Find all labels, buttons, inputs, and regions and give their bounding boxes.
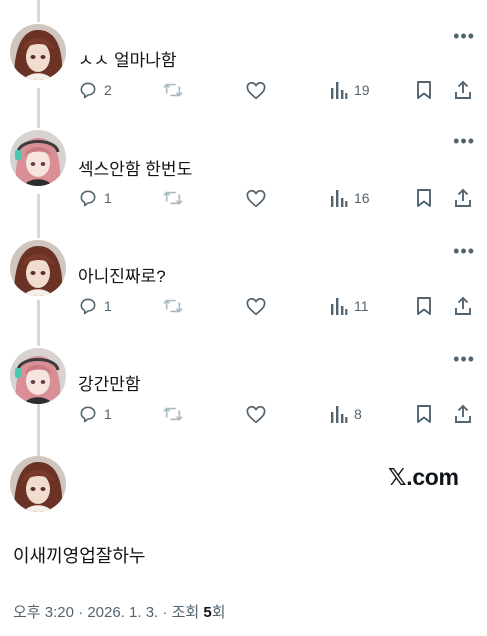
views-icon	[331, 298, 348, 315]
reply-tweet[interactable]: ••• ㅅㅅ 얼마나함 2 19	[0, 0, 487, 120]
views-button[interactable]: 16	[330, 188, 370, 208]
reply-tweet[interactable]: ••• 강간만함 1 8	[0, 340, 487, 450]
views-count: 16	[354, 190, 370, 206]
like-button[interactable]	[245, 80, 267, 100]
reply-button[interactable]: 1	[78, 296, 112, 316]
avatar-brown-hair-image	[10, 456, 66, 512]
reply-text: 강간만함	[78, 375, 141, 394]
reply-count: 1	[104, 190, 112, 206]
views-icon	[331, 190, 348, 207]
reply-icon	[80, 82, 96, 99]
tweet-date[interactable]: 2026. 1. 3.	[87, 604, 158, 621]
bookmark-icon	[417, 405, 431, 423]
retweet-icon	[163, 299, 183, 313]
share-icon	[455, 404, 471, 423]
bookmark-button[interactable]	[415, 404, 433, 424]
avatar-brown-hair-image	[10, 24, 66, 80]
reply-button[interactable]: 2	[78, 80, 112, 100]
main-tweet-avatar[interactable]	[10, 456, 66, 512]
views-count: 8	[354, 406, 362, 422]
reply-text: 아니진짜로?	[78, 267, 166, 286]
reply-text: ㅅㅅ 얼마나함	[78, 51, 177, 70]
views-button[interactable]: 8	[330, 404, 362, 424]
like-button[interactable]	[245, 404, 267, 424]
avatar[interactable]	[10, 24, 66, 80]
meta-separator: ·	[158, 604, 172, 621]
views-count: 11	[354, 298, 369, 314]
like-icon	[246, 189, 266, 208]
bookmark-button[interactable]	[415, 296, 433, 316]
avatar-pink-hair-image	[10, 348, 66, 404]
like-icon	[246, 297, 266, 316]
reply-tweet[interactable]: ••• 아니진짜로? 1 11	[0, 230, 487, 340]
like-icon	[246, 405, 266, 424]
views-suffix: 회	[211, 604, 226, 621]
share-icon	[455, 296, 471, 315]
like-button[interactable]	[245, 188, 267, 208]
views-icon	[331, 82, 348, 99]
x-com-watermark: 𝕏.com	[388, 464, 459, 490]
reply-icon	[80, 298, 96, 315]
more-options-icon[interactable]: •••	[453, 350, 475, 368]
bookmark-icon	[417, 81, 431, 99]
retweet-button[interactable]	[162, 188, 184, 208]
reply-count: 1	[104, 298, 112, 314]
reply-icon	[80, 190, 96, 207]
retweet-icon	[163, 407, 183, 421]
like-button[interactable]	[245, 296, 267, 316]
views-label: 조회	[171, 604, 204, 621]
more-options-icon[interactable]: •••	[453, 27, 475, 45]
reply-text: 섹스안함 한번도	[78, 160, 193, 179]
views-button[interactable]: 11	[330, 296, 369, 316]
reply-tweet[interactable]: ••• 섹스안함 한번도 1 16	[0, 120, 487, 230]
views-button[interactable]: 19	[330, 80, 370, 100]
bookmark-icon	[417, 189, 431, 207]
share-button[interactable]	[454, 404, 472, 424]
bookmark-button[interactable]	[415, 188, 433, 208]
retweet-button[interactable]	[162, 296, 184, 316]
retweet-button[interactable]	[162, 80, 184, 100]
bookmark-icon	[417, 297, 431, 315]
avatar-pink-hair-image	[10, 130, 66, 186]
reply-count: 1	[104, 406, 112, 422]
views-count: 5	[203, 604, 212, 621]
avatar[interactable]	[10, 130, 66, 186]
share-icon	[455, 80, 471, 99]
retweet-button[interactable]	[162, 404, 184, 424]
like-icon	[246, 81, 266, 100]
meta-separator: ·	[73, 604, 88, 621]
reply-icon	[80, 406, 96, 423]
avatar[interactable]	[10, 348, 66, 404]
avatar-brown-hair-image	[10, 240, 66, 296]
more-options-icon[interactable]: •••	[453, 132, 475, 150]
main-tweet-text: 이새끼영업잘하누	[13, 546, 146, 566]
share-button[interactable]	[454, 188, 472, 208]
reply-button[interactable]: 1	[78, 188, 112, 208]
bookmark-button[interactable]	[415, 80, 433, 100]
retweet-icon	[163, 191, 183, 205]
avatar[interactable]	[10, 240, 66, 296]
retweet-icon	[163, 83, 183, 97]
views-icon	[331, 406, 348, 423]
share-button[interactable]	[454, 296, 472, 316]
share-icon	[455, 188, 471, 207]
reply-count: 2	[104, 82, 112, 98]
views-count: 19	[354, 82, 370, 98]
more-options-icon[interactable]: •••	[453, 242, 475, 260]
tweet-meta: 오후 3:20 · 2026. 1. 3. · 조회 5회	[13, 601, 226, 622]
reply-button[interactable]: 1	[78, 404, 112, 424]
tweet-time[interactable]: 오후 3:20	[13, 604, 74, 621]
share-button[interactable]	[454, 80, 472, 100]
